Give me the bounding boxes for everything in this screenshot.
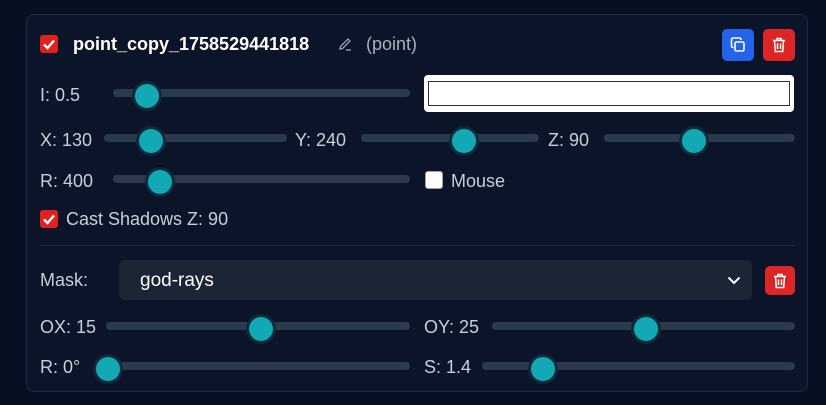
mask-s-slider[interactable] bbox=[482, 354, 795, 384]
color-swatch bbox=[428, 81, 790, 106]
pencil-icon[interactable] bbox=[337, 36, 353, 52]
z-slider-thumb[interactable] bbox=[679, 126, 710, 156]
x-label: X: 130 bbox=[40, 130, 93, 150]
mask-label: Mask: bbox=[40, 270, 89, 290]
radius-label: R: 400 bbox=[40, 171, 94, 191]
light-panel bbox=[26, 14, 808, 392]
oy-slider[interactable] bbox=[492, 314, 795, 344]
light-name: point_copy_1758529441818 bbox=[73, 34, 310, 54]
copy-icon bbox=[730, 37, 745, 52]
duplicate-button[interactable] bbox=[722, 29, 754, 61]
radius-slider-thumb[interactable] bbox=[145, 167, 176, 197]
check-icon bbox=[43, 39, 55, 50]
cast-shadows-checkbox[interactable] bbox=[40, 210, 58, 228]
color-picker[interactable] bbox=[424, 75, 794, 112]
mouse-label: Mouse bbox=[451, 171, 506, 191]
y-slider[interactable] bbox=[361, 126, 539, 156]
trash-icon bbox=[773, 37, 785, 53]
light-type: (point) bbox=[366, 34, 418, 54]
trash-icon bbox=[774, 273, 786, 288]
check-icon bbox=[43, 214, 55, 225]
z-label: Z: 90 bbox=[548, 130, 590, 150]
ox-slider-thumb[interactable] bbox=[245, 314, 276, 344]
oy-label: OY: 25 bbox=[424, 317, 480, 337]
mask-r-slider[interactable] bbox=[93, 354, 410, 384]
section-divider bbox=[40, 245, 795, 246]
chevron-down-icon bbox=[727, 276, 741, 285]
x-slider[interactable] bbox=[104, 126, 287, 156]
ox-slider[interactable] bbox=[106, 314, 410, 344]
mask-s-slider-thumb[interactable] bbox=[528, 354, 559, 384]
mask-select[interactable]: god-rays bbox=[119, 260, 752, 300]
oy-slider-thumb[interactable] bbox=[631, 314, 662, 344]
light-enabled-checkbox[interactable] bbox=[40, 35, 58, 53]
mask-r-slider-thumb[interactable] bbox=[93, 354, 123, 384]
intensity-slider-thumb[interactable] bbox=[131, 81, 162, 111]
delete-mask-button[interactable] bbox=[765, 266, 795, 295]
cast-shadows-label: Cast Shadows Z: 90 bbox=[66, 209, 229, 229]
mask-r-label: R: 0° bbox=[40, 357, 81, 377]
mouse-checkbox[interactable] bbox=[425, 171, 443, 189]
delete-light-button[interactable] bbox=[763, 29, 795, 61]
y-label: Y: 240 bbox=[295, 130, 347, 150]
mask-select-value: god-rays bbox=[140, 270, 214, 291]
z-slider[interactable] bbox=[604, 126, 795, 156]
radius-slider[interactable] bbox=[113, 167, 410, 197]
x-slider-thumb[interactable] bbox=[135, 126, 166, 156]
intensity-slider[interactable] bbox=[113, 81, 410, 111]
y-slider-thumb[interactable] bbox=[448, 126, 479, 156]
intensity-label: I: 0.5 bbox=[40, 85, 81, 105]
ox-label: OX: 15 bbox=[40, 317, 97, 337]
mask-s-label: S: 1.4 bbox=[424, 357, 472, 377]
